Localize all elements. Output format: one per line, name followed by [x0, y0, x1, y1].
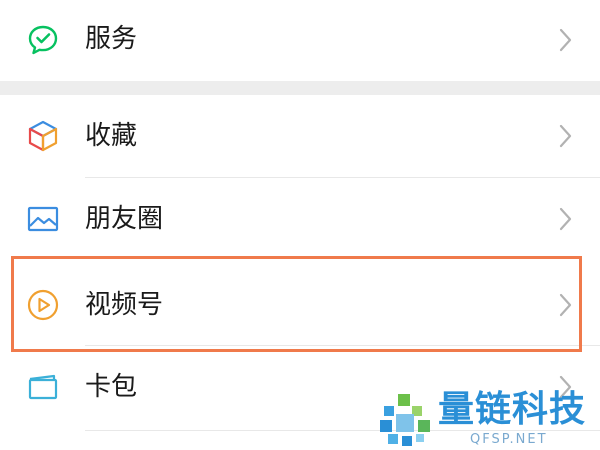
- menu-item-label: 收藏: [85, 121, 138, 151]
- chevron-right-icon: [556, 25, 576, 55]
- menu-item-moments[interactable]: 朋友圈: [0, 178, 600, 258]
- moments-image-icon: [26, 202, 60, 236]
- menu-item-services[interactable]: 服务: [0, 0, 600, 81]
- chevron-right-icon: [556, 204, 576, 234]
- favorites-cube-icon: [26, 119, 60, 153]
- watermark: 量链科技 QFSP.NET: [378, 388, 600, 450]
- card-wallet-icon: [26, 370, 60, 404]
- watermark-brand: 量链科技: [438, 389, 587, 430]
- highlight-box: [11, 256, 582, 352]
- me-page-menu: 服务 收藏 朋友圈 视频号 卡包 量链科技 QFSP.NET: [0, 0, 600, 450]
- chevron-right-icon: [556, 121, 576, 151]
- services-icon: [26, 23, 60, 57]
- menu-item-label: 卡包: [85, 372, 138, 402]
- menu-item-favorites[interactable]: 收藏: [0, 95, 600, 177]
- watermark-logo-icon: [378, 392, 434, 448]
- menu-item-label: 服务: [85, 24, 138, 54]
- watermark-url: QFSP.NET: [470, 432, 548, 447]
- section-separator: [0, 81, 600, 95]
- menu-item-label: 朋友圈: [85, 204, 164, 234]
